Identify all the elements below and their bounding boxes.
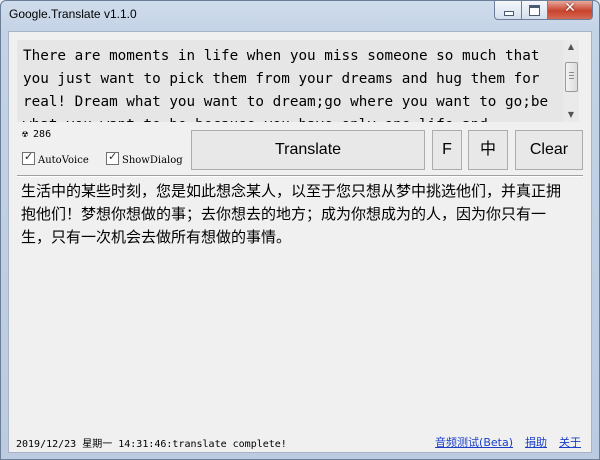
title-bar[interactable]: Google.Translate v1.1.0 ✕	[1, 0, 599, 31]
char-count-value: 286	[33, 129, 52, 140]
char-counter: ☢ 286	[22, 129, 51, 140]
caption-buttons: ✕	[494, 0, 593, 20]
source-text[interactable]: There are moments in life when you miss …	[23, 45, 561, 122]
grip-line	[569, 75, 574, 76]
autovoice-checkbox[interactable]: AutoVoice	[22, 150, 89, 166]
maximize-button[interactable]	[522, 1, 548, 20]
showdialog-checkbox[interactable]: ShowDialog	[106, 150, 183, 166]
showdialog-label: ShowDialog	[122, 155, 183, 166]
radiation-icon: ☢	[22, 129, 29, 140]
donate-link[interactable]: 捐助	[525, 436, 547, 449]
divider	[17, 175, 583, 177]
translate-button[interactable]: Translate	[191, 130, 425, 170]
autovoice-check-icon[interactable]	[22, 150, 35, 165]
source-text-area[interactable]: There are moments in life when you miss …	[17, 40, 579, 122]
status-text: 2019/12/23 星期一 14:31:46:translate comple…	[16, 439, 287, 450]
close-icon: ✕	[564, 0, 576, 16]
audio-test-link[interactable]: 音频测试(Beta)	[435, 436, 513, 449]
maximize-icon	[529, 5, 540, 16]
footer-links: 音频测试(Beta) 捐助 关于	[423, 434, 581, 450]
grip-line	[569, 78, 574, 79]
minimize-button[interactable]	[494, 1, 522, 20]
translation-result: 生活中的某些时刻，您是如此想念某人，以至于您只想从梦中挑选他们，并真正拥抱他们！…	[21, 182, 562, 246]
autovoice-label: AutoVoice	[38, 155, 89, 166]
window-title: Google.Translate v1.1.0	[9, 7, 137, 21]
grip-line	[569, 72, 574, 73]
f-button[interactable]: F	[432, 130, 462, 170]
about-link[interactable]: 关于	[559, 436, 581, 449]
chinese-button[interactable]: 中	[468, 130, 508, 170]
close-button[interactable]: ✕	[548, 0, 593, 20]
client-area: There are moments in life when you miss …	[8, 31, 592, 453]
scroll-thumb[interactable]	[565, 62, 578, 92]
scroll-up-arrow-icon[interactable]: ▲	[563, 40, 579, 54]
app-window: Google.Translate v1.1.0 ✕ There are mome…	[0, 0, 600, 460]
scroll-down-arrow-icon[interactable]: ▼	[563, 108, 579, 122]
source-scrollbar[interactable]: ▲ ▼	[563, 40, 579, 122]
clear-button[interactable]: Clear	[515, 130, 583, 170]
showdialog-check-icon[interactable]	[106, 150, 119, 165]
minimize-icon	[504, 11, 514, 16]
